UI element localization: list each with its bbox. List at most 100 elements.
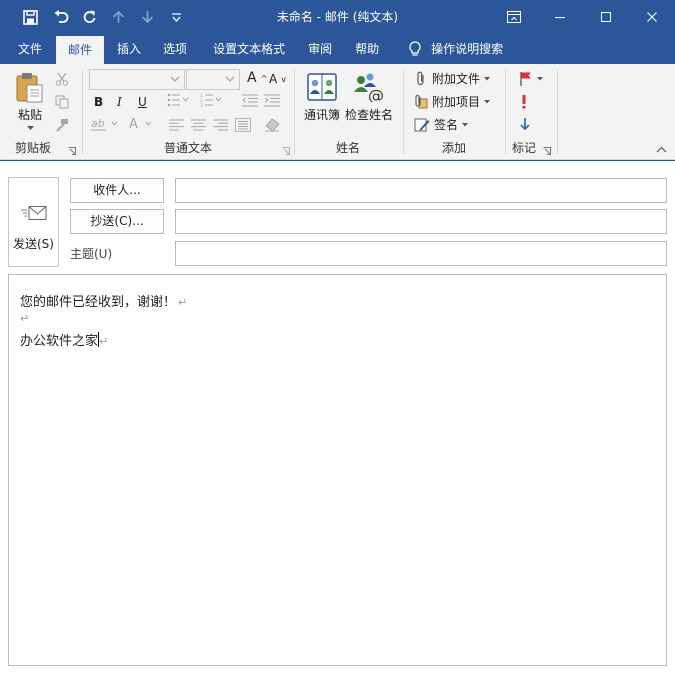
paste-button[interactable]: 粘贴 [12, 70, 48, 136]
tab-options[interactable]: 选项 [150, 34, 200, 64]
tab-file[interactable]: 文件 [0, 34, 56, 64]
copy-button[interactable] [55, 95, 69, 112]
paragraph-mark-icon: ↵ [20, 312, 30, 325]
tab-help[interactable]: 帮助 [341, 34, 388, 64]
font-color-icon: A [129, 117, 152, 131]
redo-icon [83, 10, 96, 23]
paste-label: 粘贴 [17, 108, 42, 122]
previous-item-button[interactable] [104, 0, 133, 34]
bullets-button[interactable] [167, 93, 189, 107]
minimize-icon [555, 17, 565, 18]
group-label-tags: 标记 [511, 141, 536, 155]
tab-format-text[interactable]: 设置文本格式 [200, 34, 294, 64]
minimize-button[interactable] [537, 0, 583, 34]
increase-indent-button[interactable] [264, 94, 280, 107]
to-button[interactable]: 收件人... [70, 178, 164, 203]
clipboard-icon [16, 73, 43, 103]
check-names-button[interactable]: @ 检查姓名 [343, 70, 395, 124]
high-importance-button[interactable] [520, 94, 528, 109]
to-field[interactable] [175, 178, 667, 203]
cc-field[interactable] [175, 209, 667, 234]
tab-insert[interactable]: 插入 [104, 34, 150, 64]
justify-button[interactable] [235, 118, 251, 132]
chevron-down-icon [27, 126, 34, 130]
highlight-button[interactable]: ab [91, 117, 119, 131]
align-center-button[interactable] [191, 119, 206, 131]
body-text: 办公软件之家 [20, 334, 99, 349]
flag-icon [520, 72, 531, 86]
cut-button[interactable] [55, 72, 69, 89]
follow-up-button[interactable] [519, 71, 543, 86]
send-label: 发送(S) [13, 237, 54, 251]
arrow-down-icon [141, 11, 154, 24]
body-line: ↵ [20, 311, 29, 326]
group-separator [557, 70, 558, 154]
numbering-button[interactable]: 123 [200, 93, 222, 107]
grow-font-button[interactable]: A ^ [247, 70, 267, 86]
collapse-ribbon-button[interactable] [656, 142, 667, 156]
font-name-dropdown[interactable] [89, 69, 185, 90]
send-envelope-icon [21, 206, 47, 220]
tell-me-search[interactable]: 操作说明搜索 [400, 34, 512, 64]
ribbon-display-options-button[interactable] [491, 0, 537, 34]
next-item-button[interactable] [133, 0, 162, 34]
group-label-names: 姓名 [335, 141, 360, 155]
eraser-icon [265, 118, 280, 132]
attach-item-button[interactable]: 附加项目 [414, 93, 491, 110]
tab-review[interactable]: 审阅 [294, 34, 341, 64]
align-right-button[interactable] [213, 119, 228, 131]
signature-button[interactable]: 签名 [414, 116, 469, 133]
svg-text:A: A [129, 117, 138, 131]
address-book-label: 通讯簿 [303, 108, 340, 122]
undo-icon [54, 9, 68, 23]
undo-button[interactable] [46, 0, 75, 34]
paragraph-mark-icon: ↵ [99, 335, 109, 348]
body-line: 办公软件之家↵ [20, 330, 108, 349]
font-size-dropdown[interactable] [186, 69, 240, 90]
align-right-icon [213, 119, 228, 131]
low-importance-button[interactable] [520, 117, 530, 131]
decrease-indent-button[interactable] [242, 94, 258, 107]
attach-file-button[interactable]: 附加文件 [414, 70, 491, 87]
align-left-button[interactable] [169, 119, 184, 131]
cc-button[interactable]: 抄送(C)... [70, 209, 164, 234]
body-line: 您的邮件已经收到，谢谢！ ↵ [20, 291, 187, 310]
compose-area: 发送(S) 收件人... 抄送(C)... 主题(U) 您的邮件已经收到，谢谢！… [0, 161, 675, 675]
clear-formatting-button[interactable] [264, 118, 280, 132]
maximize-button[interactable] [583, 0, 629, 34]
bold-button[interactable]: B [94, 95, 103, 109]
subject-field[interactable] [175, 241, 667, 266]
italic-button[interactable]: I [117, 95, 122, 109]
save-button[interactable] [15, 0, 46, 34]
redo-button[interactable] [75, 0, 104, 34]
tab-message[interactable]: 邮件 [56, 36, 105, 64]
group-label-clipboard: 剪贴板 [14, 141, 51, 155]
check-names-icon: @ [354, 73, 384, 102]
ribbon-tabs: 文件 邮件 插入 选项 设置文本格式 审阅 帮助 操作说明搜索 [0, 34, 675, 64]
format-painter-icon [56, 119, 68, 132]
signature-icon [414, 118, 430, 131]
format-painter-button[interactable] [55, 118, 69, 135]
group-basic-text: A ^ Av B I U 123 ab A 普通文本 [83, 64, 293, 160]
attach-item-label: 附加项目 [432, 95, 481, 109]
message-body[interactable]: 您的邮件已经收到，谢谢！ ↵ ↵ 办公软件之家↵ [8, 274, 667, 666]
chevron-down-icon [170, 76, 180, 82]
send-button[interactable]: 发送(S) [8, 177, 59, 267]
font-color-button[interactable]: A [128, 117, 154, 131]
close-button[interactable] [629, 0, 675, 34]
group-clipboard: 粘贴 剪贴板 [0, 64, 80, 160]
customize-qat-button[interactable] [162, 0, 191, 34]
shrink-font-button[interactable]: Av [269, 72, 286, 86]
underline-button[interactable]: U [138, 95, 147, 109]
dialog-launcher-icon[interactable] [282, 147, 290, 155]
arrow-down-icon [520, 118, 530, 131]
ribbon-display-icon [507, 11, 521, 23]
close-icon [647, 12, 657, 22]
group-tags: 标记 [506, 64, 556, 160]
address-book-button[interactable]: 通讯簿 [302, 70, 342, 124]
dialog-launcher-icon[interactable] [543, 147, 551, 155]
window-controls [491, 0, 675, 34]
attach-file-label: 附加文件 [432, 72, 481, 86]
chevron-down-icon [462, 122, 469, 126]
dialog-launcher-icon[interactable] [68, 147, 76, 155]
